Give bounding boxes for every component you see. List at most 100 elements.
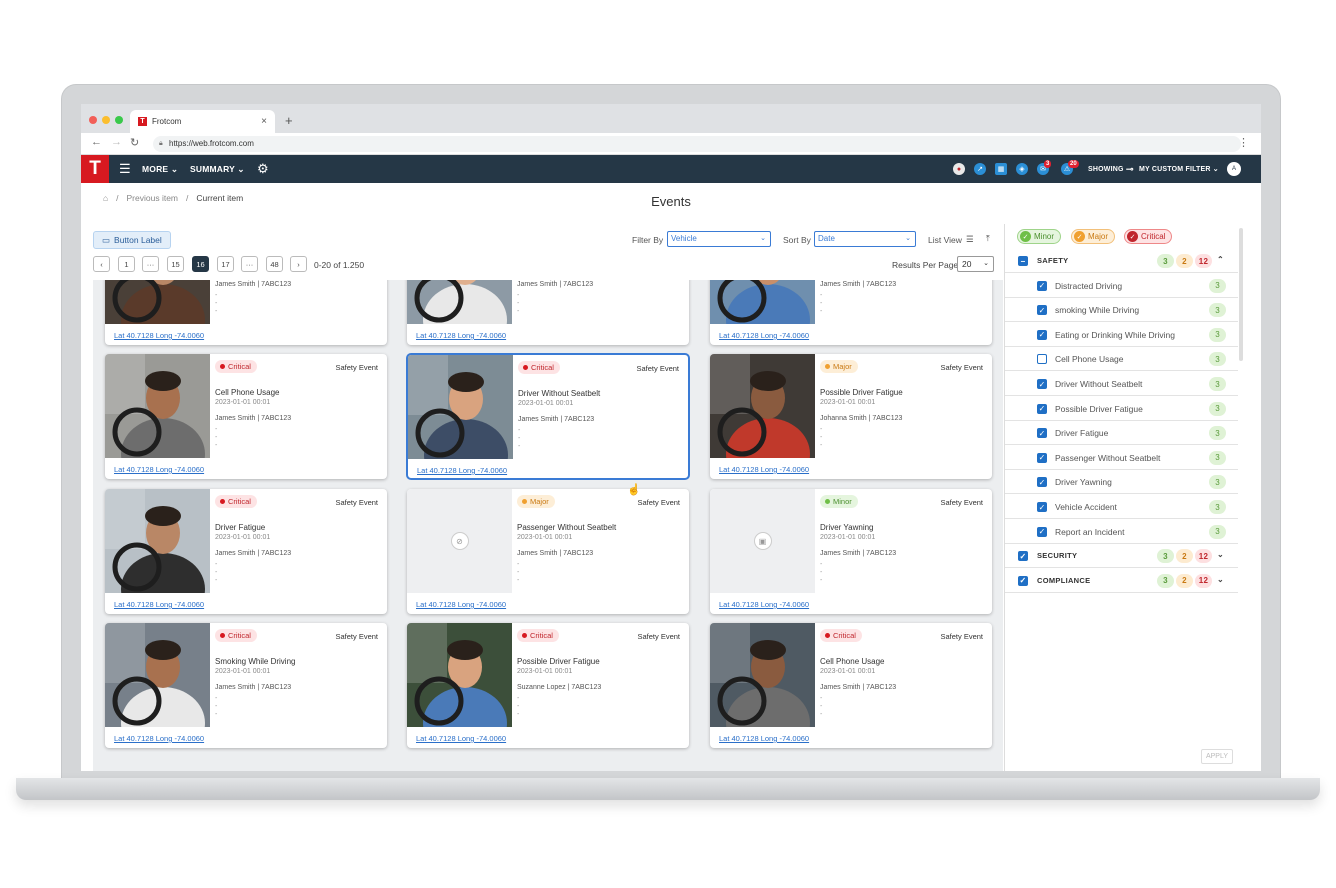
filter-item[interactable]: ✓ Passenger Without Seatbelt 3 — [1005, 446, 1238, 470]
breadcrumb-previous-item[interactable]: Previous item — [127, 193, 179, 203]
filter-item[interactable]: Cell Phone Usage 3 — [1005, 347, 1238, 372]
user-avatar[interactable]: A — [1227, 162, 1241, 176]
event-thumbnail[interactable] — [710, 354, 815, 458]
filter-item-checkbox[interactable]: ✓ — [1037, 280, 1047, 291]
event-thumbnail[interactable]: ▣ — [710, 489, 815, 593]
settings-gear-icon[interactable]: ⚙ — [257, 155, 269, 183]
export-icon[interactable]: ⤒ — [986, 233, 990, 244]
filter-panel-scrollbar[interactable] — [1239, 228, 1243, 361]
filter-item[interactable]: ✓ Driver Yawning 3 — [1005, 470, 1238, 495]
more-menu[interactable]: MORE ⌄ — [142, 155, 178, 183]
event-card[interactable]: ▣ Minor Safety Event Driver Yawning 2023-01-… — [710, 489, 992, 614]
event-card[interactable]: MajorSafety EventEating or Drinking Whil… — [710, 280, 992, 345]
driver-status-icon[interactable]: ● — [953, 163, 965, 175]
apply-button[interactable]: APPLY — [1201, 749, 1233, 764]
event-card[interactable]: CriticalSafety EventDriver Fatigue2023-0… — [105, 489, 387, 614]
event-thumbnail[interactable] — [105, 489, 210, 593]
page-button[interactable]: ··· — [142, 256, 159, 272]
sort-by-select[interactable]: Date ⌄ — [814, 231, 916, 247]
event-thumbnail[interactable] — [105, 354, 210, 458]
event-location-link[interactable]: Lat 40.7128 Long -74.0060 — [416, 734, 506, 743]
event-location-link[interactable]: Lat 40.7128 Long -74.0060 — [114, 331, 204, 340]
filter-item-checkbox[interactable]: ✓ — [1037, 452, 1047, 463]
results-per-page-select[interactable]: 20 ⌄ — [957, 256, 994, 272]
reload-icon[interactable]: ↻ — [130, 136, 139, 149]
calendar-icon[interactable]: ▦ — [995, 163, 1007, 175]
filter-item[interactable]: ✓ Eating or Drinking While Driving 3 — [1005, 323, 1238, 347]
filter-item[interactable]: ✓ Possible Driver Fatigue 3 — [1005, 397, 1238, 421]
url-field[interactable]: 🔒︎ https://web.frotcom.com — [153, 136, 1241, 152]
new-tab-button[interactable]: + — [285, 113, 293, 128]
messages-icon[interactable]: ✉ 3 — [1037, 160, 1052, 175]
event-thumbnail[interactable] — [710, 623, 815, 727]
window-maximize-dot[interactable] — [115, 116, 123, 124]
event-location-link[interactable]: Lat 40.7128 Long -74.0060 — [719, 600, 809, 609]
category-checkbox[interactable]: ✓ — [1018, 575, 1028, 586]
filter-item[interactable]: ✓ Distracted Driving 3 — [1005, 274, 1238, 298]
alerts-icon[interactable]: ⚠ 20 — [1061, 160, 1079, 175]
location-icon[interactable]: ◈ — [1016, 163, 1028, 175]
chevron-down-icon[interactable]: ⌄ — [1217, 575, 1224, 584]
hamburger-menu-icon[interactable]: ☰ — [119, 155, 131, 183]
summary-menu[interactable]: SUMMARY ⌄ — [190, 155, 245, 183]
frotcom-logo[interactable]: T — [81, 155, 109, 183]
event-card[interactable]: Critical Safety Event Smoking While Drivin… — [105, 623, 387, 748]
filter-item[interactable]: ✓ Driver Fatigue 3 — [1005, 421, 1238, 446]
filter-item-checkbox[interactable]: ✓ — [1037, 428, 1047, 439]
filter-item-checkbox[interactable]: ✓ — [1037, 477, 1047, 488]
event-location-link[interactable]: Lat 40.7128 Long -74.0060 — [114, 600, 204, 609]
routing-icon[interactable]: ↗ — [974, 163, 986, 175]
page-button[interactable]: ··· — [241, 256, 258, 272]
filter-item[interactable]: ✓ Driver Without Seatbelt 3 — [1005, 372, 1238, 396]
event-card[interactable]: Major Safety Event Possible Driver Fatigue… — [710, 354, 992, 479]
event-thumbnail[interactable] — [407, 623, 512, 727]
browser-menu-icon[interactable]: ⋮ — [1238, 136, 1249, 149]
event-card[interactable]: ⊘ Major Safety Event Passenger Without Seat… — [407, 489, 689, 614]
category-checkbox[interactable]: − — [1018, 256, 1028, 266]
event-location-link[interactable]: Lat 40.7128 Long -74.0060 — [417, 466, 507, 475]
event-thumbnail[interactable] — [105, 623, 210, 727]
event-thumbnail[interactable] — [407, 280, 512, 324]
button-label-button[interactable]: ▭ Button Label — [93, 231, 171, 249]
page-button[interactable]: 17 — [217, 256, 234, 272]
filter-category-security[interactable]: ✓ SECURITY 3 2 12 ⌄ — [1005, 544, 1238, 569]
home-icon[interactable]: ⌂ — [103, 193, 108, 203]
browser-tab[interactable]: T Frotcom × — [130, 110, 275, 133]
event-card[interactable]: CriticalSafety EventDriver Fatigue2023-0… — [105, 280, 387, 345]
filter-item[interactable]: ✓ smoking While Driving 3 — [1005, 298, 1238, 323]
filter-by-select[interactable]: Vehicle ⌄ — [667, 231, 771, 247]
filter-item-checkbox[interactable]: ✓ — [1037, 379, 1047, 389]
list-view-label[interactable]: List View — [928, 235, 962, 245]
event-location-link[interactable]: Lat 40.7128 Long -74.0060 — [719, 734, 809, 743]
page-button[interactable]: 1 — [118, 256, 135, 272]
forward-icon[interactable]: → — [111, 136, 122, 148]
event-card[interactable]: Critical Safety Event Cell Phone Usage 2023… — [105, 354, 387, 479]
filter-item-checkbox[interactable] — [1037, 354, 1047, 365]
event-thumbnail[interactable] — [408, 355, 513, 459]
event-location-link[interactable]: Lat 40.7128 Long -74.0060 — [719, 465, 809, 474]
window-minimize-dot[interactable] — [102, 116, 110, 124]
filter-toggle-icon[interactable]: ⊸ — [1126, 155, 1134, 183]
event-location-link[interactable]: Lat 40.7128 Long -74.0060 — [114, 465, 204, 474]
event-card[interactable]: MajorSafety EventSmoking While Driving20… — [407, 280, 689, 345]
event-thumbnail[interactable]: ⊘ — [407, 489, 512, 593]
filter-category-compliance[interactable]: ✓ COMPLIANCE 3 2 12 ⌄ — [1005, 569, 1238, 593]
filter-item-checkbox[interactable]: ✓ — [1037, 305, 1047, 316]
page-button[interactable]: 48 — [266, 256, 283, 272]
window-close-dot[interactable] — [89, 116, 97, 124]
event-location-link[interactable]: Lat 40.7128 Long -74.0060 — [114, 734, 204, 743]
event-thumbnail[interactable] — [710, 280, 815, 324]
filter-item-checkbox[interactable]: ✓ — [1037, 502, 1047, 512]
page-button[interactable]: 15 — [167, 256, 184, 272]
filter-item[interactable]: ✓ Report an Incident 3 — [1005, 520, 1238, 544]
event-card[interactable]: Critical Safety Event Cell Phone Usage 2023… — [710, 623, 992, 748]
page-button[interactable]: 16 — [192, 256, 209, 272]
event-location-link[interactable]: Lat 40.7128 Long -74.0060 — [416, 600, 506, 609]
filter-category-safety[interactable]: − SAFETY 3 2 12 ⌃ — [1005, 249, 1238, 273]
filter-item-checkbox[interactable]: ✓ — [1037, 526, 1047, 537]
tab-close-icon[interactable]: × — [261, 116, 267, 127]
filter-item-checkbox[interactable]: ✓ — [1037, 403, 1047, 414]
event-thumbnail[interactable] — [105, 280, 210, 324]
event-card[interactable]: Critical Safety Event Possible Driver Fati… — [407, 623, 689, 748]
back-icon[interactable]: ← — [91, 136, 102, 148]
